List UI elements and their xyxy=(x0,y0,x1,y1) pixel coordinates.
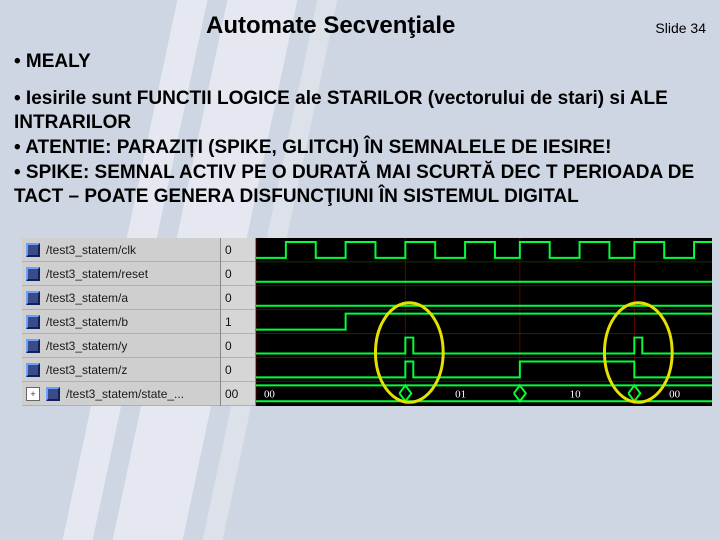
bullet-1: • Iesirile sunt FUNCTII LOGICE ale STARI… xyxy=(14,87,706,136)
signal-label: /test3_statem/clk xyxy=(46,243,136,257)
signal-row[interactable]: /test3_statem/a xyxy=(22,286,220,310)
bullet-2: • ATENTIE: PARAZIȚI (SPIKE, GLITCH) ÎN S… xyxy=(14,136,706,161)
bullet-3: • SPIKE: SEMNAL ACTIV PE O DURATĂ MAI SC… xyxy=(14,161,706,210)
signal-row[interactable]: /test3_statem/z xyxy=(22,358,220,382)
heading-mealy: • MEALY xyxy=(14,50,706,75)
signal-value-column: 0 0 0 1 0 0 00 xyxy=(221,238,256,406)
waveform-area[interactable]: 00 01 10 00 xyxy=(256,238,712,406)
state-value: 00 xyxy=(264,388,275,400)
signal-row[interactable]: /test3_statem/b xyxy=(22,310,220,334)
signal-label: /test3_statem/a xyxy=(46,291,128,305)
state-value: 10 xyxy=(570,388,581,400)
signal-label: /test3_statem/y xyxy=(46,339,127,353)
signal-name-column: /test3_statem/clk /test3_statem/reset /t… xyxy=(22,238,221,406)
signal-icon xyxy=(26,291,40,305)
expand-icon[interactable]: + xyxy=(26,387,40,401)
signal-value: 0 xyxy=(221,334,255,358)
signal-icon xyxy=(26,363,40,377)
signal-value: 0 xyxy=(221,286,255,310)
signal-row[interactable]: /test3_statem/reset xyxy=(22,262,220,286)
state-value: 01 xyxy=(455,388,466,400)
signal-icon xyxy=(26,339,40,353)
signal-label: /test3_statem/state_... xyxy=(66,387,184,401)
waveform-panel: /test3_statem/clk /test3_statem/reset /t… xyxy=(22,238,712,406)
state-value: 00 xyxy=(669,388,680,400)
signal-icon xyxy=(46,387,60,401)
signal-value: 0 xyxy=(221,238,255,262)
signal-value: 1 xyxy=(221,310,255,334)
signal-row[interactable]: /test3_statem/y xyxy=(22,334,220,358)
signal-label: /test3_statem/reset xyxy=(46,267,148,281)
page-title: Automate Secvenţiale xyxy=(14,12,647,40)
signal-label: /test3_statem/z xyxy=(46,363,127,377)
slide-number: Slide 34 xyxy=(655,20,706,36)
signal-icon xyxy=(26,243,40,257)
signal-value: 00 xyxy=(221,382,255,406)
signal-value: 0 xyxy=(221,358,255,382)
signal-label: /test3_statem/b xyxy=(46,315,128,329)
signal-icon xyxy=(26,267,40,281)
signal-value: 0 xyxy=(221,262,255,286)
signal-icon xyxy=(26,315,40,329)
signal-row[interactable]: /test3_statem/clk xyxy=(22,238,220,262)
signal-row[interactable]: + /test3_statem/state_... xyxy=(22,382,220,406)
